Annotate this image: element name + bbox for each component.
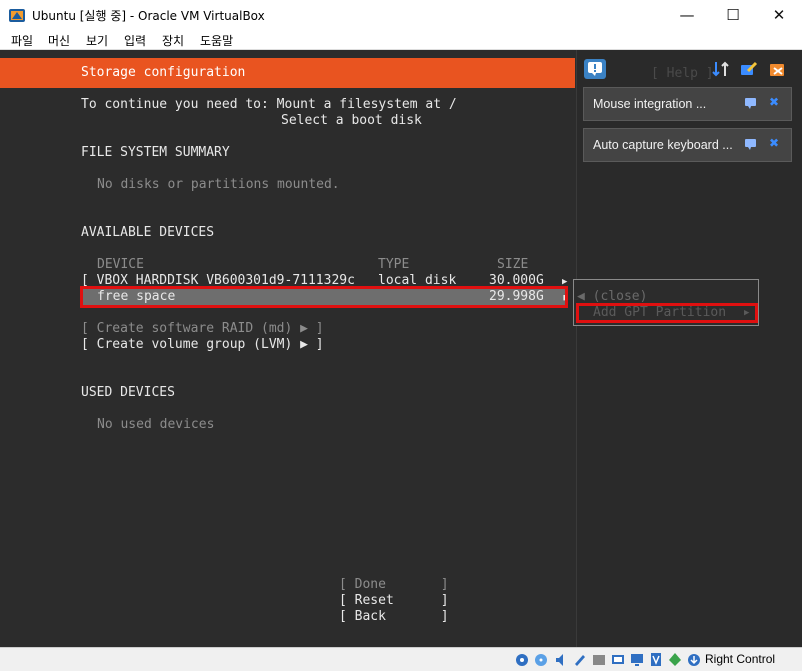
status-bar: Right Control	[0, 647, 802, 671]
minimize-button[interactable]: —	[664, 0, 710, 30]
shared-folders-icon[interactable]	[611, 652, 625, 667]
audio-icon[interactable]	[554, 652, 568, 667]
free-space-highlight	[80, 286, 568, 308]
notification-mouse-label: Mouse integration ...	[593, 97, 707, 111]
menu-machine[interactable]: 머신	[48, 32, 70, 49]
title-bar: Ubuntu [실행 중] - Oracle VM VirtualBox — ☐…	[0, 0, 802, 30]
create-raid-button[interactable]: [ Create software RAID (md) ▶ ]	[81, 321, 324, 337]
maximize-button[interactable]: ☐	[710, 0, 756, 30]
sort-icon[interactable]	[710, 59, 732, 79]
menu-devices[interactable]: 장치	[162, 32, 184, 49]
reset-button[interactable]: [ Reset ]	[339, 593, 449, 609]
menu-help[interactable]: 도움말	[200, 32, 233, 49]
network-icon[interactable]	[573, 652, 587, 667]
hard-disk-icon[interactable]	[515, 652, 529, 667]
notification-auto-capture-keyboard[interactable]: Auto capture keyboard ... ✖	[583, 128, 792, 162]
notification-keyboard-label: Auto capture keyboard ...	[593, 138, 733, 152]
back-button[interactable]: [ Back ]	[339, 609, 449, 625]
usb-icon[interactable]	[592, 652, 606, 667]
menu-file[interactable]: 파일	[11, 32, 33, 49]
notification-mouse-integration[interactable]: Mouse integration ... ✖	[583, 87, 792, 121]
used-devices-empty: No used devices	[97, 417, 215, 432]
virtualbox-icon	[9, 9, 25, 22]
menu-view[interactable]: 보기	[86, 32, 108, 49]
dismiss-all-icon[interactable]	[767, 59, 789, 79]
virtualization-icon[interactable]	[668, 652, 682, 667]
col-device-header: DEVICE	[97, 257, 144, 272]
create-lvm-button[interactable]: [ Create volume group (LVM) ▶ ]	[81, 337, 324, 353]
vm-display[interactable]: Storage configuration To continue you ne…	[0, 50, 802, 647]
notification-close-icon[interactable]: ✖	[769, 95, 779, 109]
col-type-header: TYPE	[378, 257, 410, 272]
recording-icon[interactable]	[649, 652, 663, 667]
available-devices-heading: AVAILABLE DEVICES	[81, 225, 215, 240]
fs-summary-heading: FILE SYSTEM SUMMARY	[81, 145, 230, 160]
menu-input[interactable]: 입력	[124, 32, 146, 49]
notification-center-icon[interactable]	[584, 59, 606, 79]
help-button[interactable]: [ Help ]	[651, 66, 714, 81]
notification-close-icon[interactable]: ✖	[769, 136, 779, 150]
keep-finished-icon[interactable]	[738, 59, 760, 79]
done-button[interactable]: [ Done ]	[339, 577, 449, 593]
col-size-header: SIZE	[497, 257, 529, 272]
used-devices-heading: USED DEVICES	[81, 385, 175, 400]
page-title: Storage configuration	[81, 65, 246, 80]
menu-bar: 파일 머신 보기 입력 장치 도움말	[0, 30, 802, 50]
notification-info-icon[interactable]	[744, 137, 758, 151]
add-gpt-highlight	[576, 303, 758, 323]
optical-drive-icon[interactable]	[534, 652, 548, 667]
mouse-integration-icon[interactable]	[687, 652, 701, 667]
notification-info-icon[interactable]	[744, 96, 758, 110]
fs-summary-empty: No disks or partitions mounted.	[97, 177, 340, 192]
display-icon[interactable]	[630, 652, 644, 667]
intro-line-1: To continue you need to: Mount a filesys…	[81, 97, 457, 112]
window-title: Ubuntu [실행 중] - Oracle VM VirtualBox	[32, 9, 265, 23]
host-key-label: Right Control	[705, 652, 776, 666]
intro-line-2: Select a boot disk	[281, 113, 422, 128]
close-button[interactable]: ✕	[756, 0, 802, 30]
